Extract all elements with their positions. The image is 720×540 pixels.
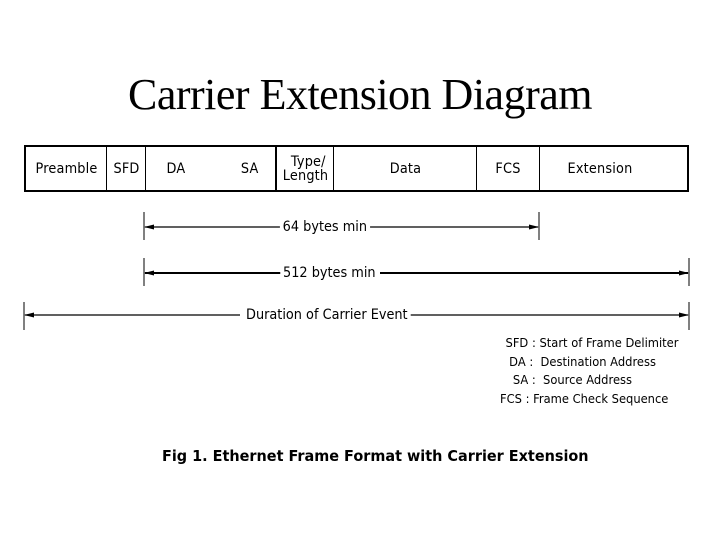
legend-item-sa: SA : Source Address bbox=[505, 372, 633, 387]
figure-caption: Fig 1. Ethernet Frame Format with Carrie… bbox=[162, 447, 589, 465]
abbreviation-legend: SFD : Start of Frame Delimiter DA : Dest… bbox=[500, 334, 694, 408]
legend-item-fcs: FCS : Frame Check Sequence bbox=[500, 390, 669, 406]
dimension-label-64: 64 bytes min bbox=[279, 219, 370, 235]
dimension-512-bytes bbox=[143, 258, 690, 286]
dimension-label-carrier-event: Duration of Carrier Event bbox=[243, 307, 411, 323]
legend-item-da: DA : Destination Address bbox=[505, 353, 656, 369]
dimension-label-512: 512 bytes min bbox=[280, 265, 379, 281]
legend-item-sfd: SFD : Start of Frame Delimiter bbox=[505, 335, 679, 350]
